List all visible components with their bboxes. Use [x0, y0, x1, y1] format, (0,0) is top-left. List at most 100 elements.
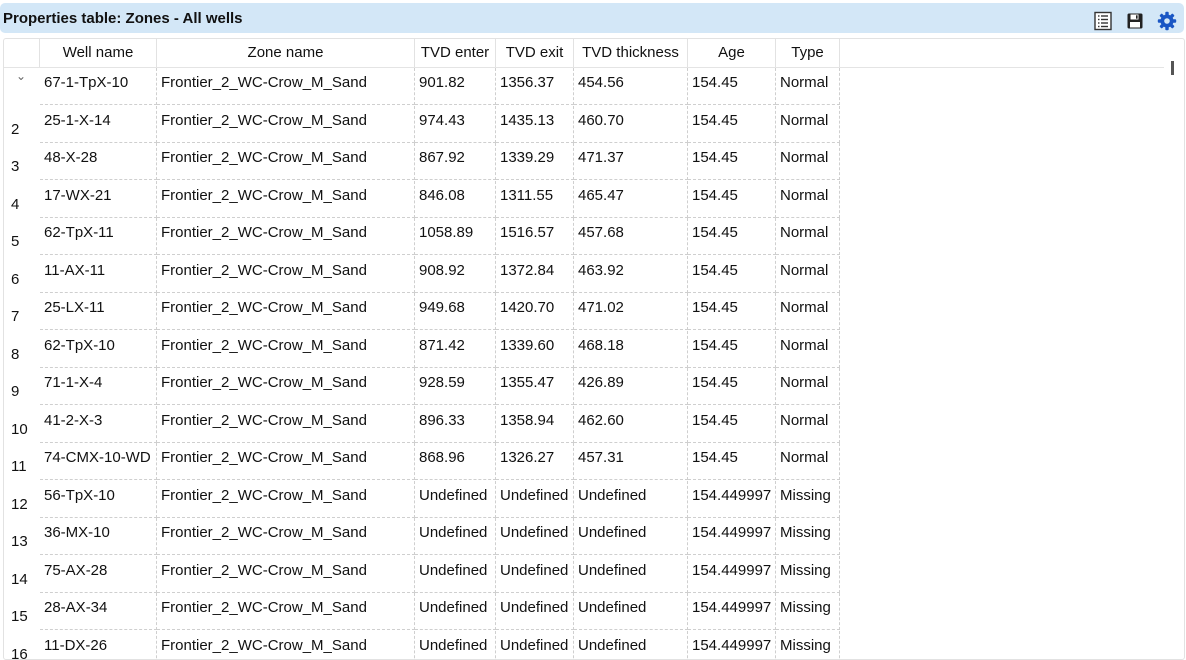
- table-row[interactable]: 10 41-2-X-3 Frontier_2_WC-Crow_M_Sand 896.3…: [4, 405, 840, 443]
- cell-tvd-enter[interactable]: 867.92: [415, 143, 496, 180]
- cell-tvd-exit[interactable]: 1420.70: [496, 293, 574, 330]
- cell-tvd-enter[interactable]: 871.42: [415, 330, 496, 368]
- table-row[interactable]: 7 25-LX-11 Frontier_2_WC-Crow_M_Sand 949.68…: [4, 293, 840, 330]
- table-row[interactable]: 5 62-TpX-11 Frontier_2_WC-Crow_M_Sand 1058.…: [4, 218, 840, 255]
- cell-tvd-enter[interactable]: 901.82: [415, 68, 496, 105]
- cell-tvd-exit[interactable]: 1326.27: [496, 443, 574, 480]
- cell-type[interactable]: Normal: [776, 180, 840, 218]
- cell-type[interactable]: Missing: [776, 518, 840, 555]
- cell-zone-name[interactable]: Frontier_2_WC-Crow_M_Sand: [157, 293, 415, 330]
- cell-tvd-thickness[interactable]: 457.31: [574, 443, 688, 480]
- cell-well-name[interactable]: 25-LX-11: [40, 293, 157, 330]
- cell-type[interactable]: Missing: [776, 630, 840, 659]
- cell-age[interactable]: 154.449997: [688, 555, 776, 593]
- cell-tvd-thickness[interactable]: 463.92: [574, 255, 688, 293]
- table-view-icon[interactable]: [1093, 11, 1113, 31]
- column-header-age[interactable]: Age: [688, 39, 776, 67]
- cell-type[interactable]: Normal: [776, 143, 840, 180]
- cell-zone-name[interactable]: Frontier_2_WC-Crow_M_Sand: [157, 143, 415, 180]
- column-header-tvd-thickness[interactable]: TVD thickness: [574, 39, 688, 67]
- cell-tvd-thickness[interactable]: Undefined: [574, 630, 688, 659]
- cell-tvd-exit[interactable]: 1372.84: [496, 255, 574, 293]
- cell-well-name[interactable]: 67-1-TpX-10: [40, 68, 157, 105]
- table-row[interactable]: 13 36-MX-10 Frontier_2_WC-Crow_M_Sand Undef…: [4, 518, 840, 555]
- cell-tvd-thickness[interactable]: 426.89: [574, 368, 688, 405]
- cell-tvd-exit[interactable]: 1516.57: [496, 218, 574, 255]
- cell-well-name[interactable]: 48-X-28: [40, 143, 157, 180]
- cell-age[interactable]: 154.449997: [688, 480, 776, 518]
- cell-age[interactable]: 154.45: [688, 218, 776, 255]
- cell-well-name[interactable]: 56-TpX-10: [40, 480, 157, 518]
- table-row[interactable]: 2 25-1-X-14 Frontier_2_WC-Crow_M_Sand 974.4…: [4, 105, 840, 143]
- vertical-scrollbar[interactable]: [1171, 61, 1174, 75]
- cell-tvd-thickness[interactable]: 468.18: [574, 330, 688, 368]
- cell-age[interactable]: 154.45: [688, 180, 776, 218]
- cell-tvd-thickness[interactable]: Undefined: [574, 555, 688, 593]
- cell-tvd-enter[interactable]: 928.59: [415, 368, 496, 405]
- cell-well-name[interactable]: 11-AX-11: [40, 255, 157, 293]
- cell-tvd-exit[interactable]: 1358.94: [496, 405, 574, 443]
- cell-tvd-exit[interactable]: 1355.47: [496, 368, 574, 405]
- column-header-well-name[interactable]: Well name: [40, 39, 157, 67]
- cell-tvd-exit[interactable]: 1356.37: [496, 68, 574, 105]
- table-row[interactable]: 11 74-CMX-10-WD Frontier_2_WC-Crow_M_Sand 8…: [4, 443, 840, 480]
- table-row[interactable]: 3 48-X-28 Frontier_2_WC-Crow_M_Sand 867.92 1…: [4, 143, 840, 180]
- cell-zone-name[interactable]: Frontier_2_WC-Crow_M_Sand: [157, 555, 415, 593]
- cell-type[interactable]: Normal: [776, 443, 840, 480]
- cell-tvd-exit[interactable]: Undefined: [496, 518, 574, 555]
- cell-well-name[interactable]: 11-DX-26: [40, 630, 157, 659]
- cell-tvd-exit[interactable]: Undefined: [496, 593, 574, 630]
- cell-age[interactable]: 154.449997: [688, 518, 776, 555]
- settings-gear-icon[interactable]: [1157, 11, 1177, 31]
- cell-well-name[interactable]: 41-2-X-3: [40, 405, 157, 443]
- cell-tvd-enter[interactable]: Undefined: [415, 555, 496, 593]
- cell-age[interactable]: 154.45: [688, 143, 776, 180]
- cell-type[interactable]: Normal: [776, 218, 840, 255]
- cell-zone-name[interactable]: Frontier_2_WC-Crow_M_Sand: [157, 105, 415, 143]
- cell-zone-name[interactable]: Frontier_2_WC-Crow_M_Sand: [157, 405, 415, 443]
- cell-age[interactable]: 154.45: [688, 443, 776, 480]
- table-row[interactable]: 8 62-TpX-10 Frontier_2_WC-Crow_M_Sand 871.4…: [4, 330, 840, 368]
- cell-tvd-thickness[interactable]: 462.60: [574, 405, 688, 443]
- table-row[interactable]: 14 75-AX-28 Frontier_2_WC-Crow_M_Sand Undef…: [4, 555, 840, 593]
- cell-tvd-thickness[interactable]: 471.02: [574, 293, 688, 330]
- cell-age[interactable]: 154.45: [688, 255, 776, 293]
- cell-tvd-exit[interactable]: Undefined: [496, 480, 574, 518]
- cell-type[interactable]: Normal: [776, 255, 840, 293]
- cell-tvd-enter[interactable]: 974.43: [415, 105, 496, 143]
- cell-well-name[interactable]: 74-CMX-10-WD: [40, 443, 157, 480]
- cell-age[interactable]: 154.449997: [688, 630, 776, 659]
- cell-zone-name[interactable]: Frontier_2_WC-Crow_M_Sand: [157, 593, 415, 630]
- cell-well-name[interactable]: 25-1-X-14: [40, 105, 157, 143]
- cell-type[interactable]: Missing: [776, 593, 840, 630]
- cell-type[interactable]: Normal: [776, 293, 840, 330]
- cell-tvd-thickness[interactable]: 454.56: [574, 68, 688, 105]
- cell-age[interactable]: 154.45: [688, 330, 776, 368]
- cell-tvd-exit[interactable]: Undefined: [496, 555, 574, 593]
- cell-well-name[interactable]: 71-1-X-4: [40, 368, 157, 405]
- cell-age[interactable]: 154.449997: [688, 593, 776, 630]
- cell-tvd-thickness[interactable]: Undefined: [574, 593, 688, 630]
- column-header-tvd-exit[interactable]: TVD exit: [496, 39, 574, 67]
- cell-tvd-enter[interactable]: 908.92: [415, 255, 496, 293]
- cell-tvd-thickness[interactable]: 457.68: [574, 218, 688, 255]
- save-icon[interactable]: [1125, 11, 1145, 31]
- table-row[interactable]: 67-1-TpX-10 Frontier_2_WC-Crow_M_Sand 901.…: [4, 68, 840, 105]
- cell-type[interactable]: Normal: [776, 405, 840, 443]
- table-row[interactable]: 16 11-DX-26 Frontier_2_WC-Crow_M_Sand Undef…: [4, 630, 840, 659]
- cell-tvd-exit[interactable]: 1339.60: [496, 330, 574, 368]
- cell-tvd-exit[interactable]: 1339.29: [496, 143, 574, 180]
- cell-tvd-thickness[interactable]: 465.47: [574, 180, 688, 218]
- table-row[interactable]: 4 17-WX-21 Frontier_2_WC-Crow_M_Sand 846.08…: [4, 180, 840, 218]
- cell-tvd-enter[interactable]: Undefined: [415, 593, 496, 630]
- table-row[interactable]: 12 56-TpX-10 Frontier_2_WC-Crow_M_Sand Unde…: [4, 480, 840, 518]
- cell-tvd-enter[interactable]: Undefined: [415, 518, 496, 555]
- cell-type[interactable]: Missing: [776, 555, 840, 593]
- cell-zone-name[interactable]: Frontier_2_WC-Crow_M_Sand: [157, 368, 415, 405]
- cell-well-name[interactable]: 17-WX-21: [40, 180, 157, 218]
- cell-tvd-exit[interactable]: Undefined: [496, 630, 574, 659]
- cell-zone-name[interactable]: Frontier_2_WC-Crow_M_Sand: [157, 68, 415, 105]
- cell-zone-name[interactable]: Frontier_2_WC-Crow_M_Sand: [157, 518, 415, 555]
- cell-zone-name[interactable]: Frontier_2_WC-Crow_M_Sand: [157, 180, 415, 218]
- cell-type[interactable]: Normal: [776, 330, 840, 368]
